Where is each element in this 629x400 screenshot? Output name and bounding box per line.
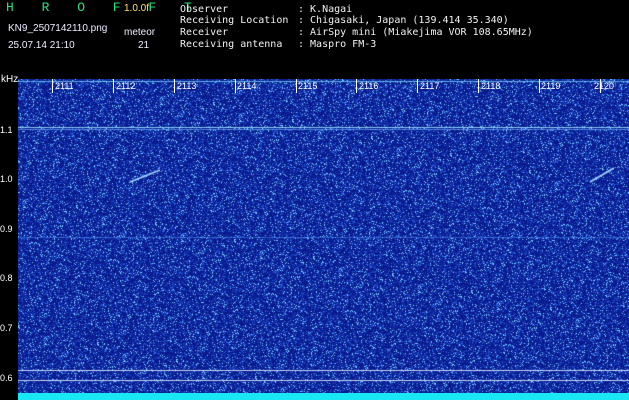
location-value: : Chigasaki, Japan (139.414 35.340) [298,15,509,26]
file-name: KN9_2507142110.png [8,23,108,34]
receiver-value: : AirSpy mini (Miakejima VOR 108.65MHz) [298,27,533,38]
x-tick-mark [235,79,236,93]
header-panel: H R O F F T 1.0.0f KN9_2507142110.png me… [0,0,629,78]
y-tick-label: 1.1 [0,125,13,135]
x-tick-mark [539,79,540,93]
x-tick-label: 2114 [237,81,257,91]
antenna-value: : Maspro FM-3 [298,39,377,50]
x-tick-label: 2112 [116,81,136,91]
detection-count: 21 [138,40,150,51]
x-tick-label: 2119 [541,81,561,91]
x-tick-mark [417,79,418,93]
spectrogram-plot [18,79,629,400]
receiver-label: Receiver [180,27,229,38]
x-tick-mark [113,79,114,93]
app-title: H R O F F T [6,0,202,15]
antenna-label: Receiving antenna [180,39,283,50]
x-tick-mark [52,79,53,93]
x-tick-mark [478,79,479,93]
y-tick-label: 0.9 [0,224,13,234]
x-tick-label: 2111 [55,81,74,91]
x-tick-label: 2118 [481,81,501,91]
x-tick-label: 2113 [177,81,197,91]
app-version: 1.0.0f [124,3,150,14]
mode-label: meteor [124,27,156,38]
observer-label: Observer [180,4,229,15]
spectrogram-canvas [18,79,629,400]
location-label: Receiving Location [180,15,289,26]
x-tick-label: 2120 [594,81,615,91]
x-tick-mark [296,79,297,93]
y-axis-unit: kHz [1,74,19,85]
baseline-band [18,393,629,400]
y-tick-label: 0.6 [0,373,13,383]
file-datetime: 25.07.14 21:10 [8,40,75,51]
y-tick-label: 0.7 [0,323,13,333]
x-tick-label: 2117 [420,81,440,91]
x-tick-label: 2116 [359,81,379,91]
x-tick-mark [174,79,175,93]
x-tick-mark [356,79,357,93]
x-tick-label: 2115 [298,81,318,91]
y-tick-label: 1.0 [0,174,13,184]
observer-value: : K.Nagai [298,4,353,15]
y-tick-label: 0.8 [0,273,13,283]
